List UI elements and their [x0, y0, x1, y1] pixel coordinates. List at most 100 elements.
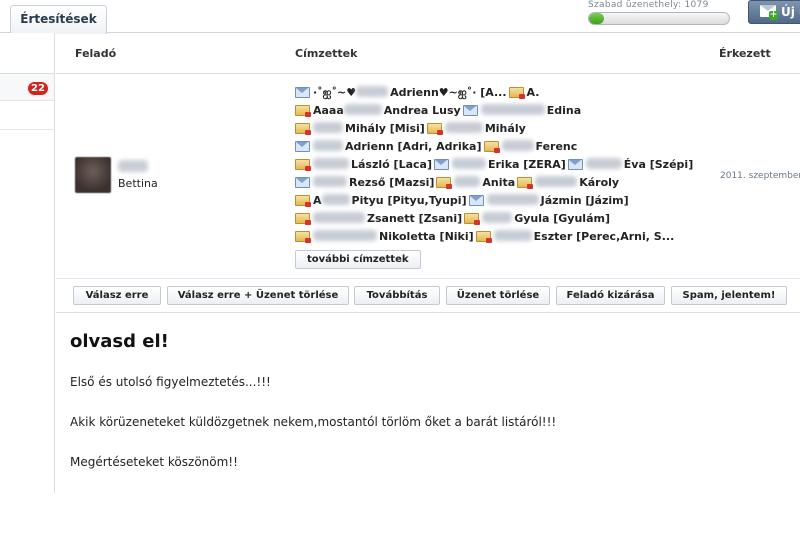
recipient[interactable]: Aaaa Andrea Lusy — [295, 102, 461, 120]
envelope-icon — [462, 105, 478, 116]
contact-card-icon — [483, 141, 500, 153]
contact-card-icon — [295, 213, 311, 225]
recipient-name-part: Adrienn♥~ஐ˚· [A... — [390, 86, 507, 99]
recipient[interactable]: Éva [Szépi] — [567, 156, 694, 174]
recipient[interactable]: A Pityu [Pityu,Tyupi] — [295, 192, 467, 210]
message-subject: olvasd el! — [70, 331, 169, 352]
recipient[interactable]: A. — [508, 84, 540, 102]
tab-notifications[interactable]: Értesítések — [10, 5, 107, 34]
recipient-name-part: Rezső [Mazsi] — [349, 176, 435, 189]
message-row: Bettina ·˚ஐ˚~♥ Adrienn♥~ஐ˚· [A... A. Aaaa An… — [56, 74, 800, 279]
recipient-name-part: Aaaa — [313, 104, 344, 117]
recipient[interactable]: Károly — [517, 174, 619, 192]
sidebar-item[interactable] — [0, 101, 54, 130]
recipient-name-blurred — [482, 212, 513, 223]
recipient-name-blurred — [313, 230, 377, 241]
recipient-name-part: Jázmin [Jázim] — [540, 194, 629, 207]
contact-card-icon — [508, 87, 525, 99]
sender-surname-blurred — [118, 160, 148, 172]
storage-bar — [588, 12, 730, 25]
top-bar: Értesítések Szabad üzenethely: 1079 + Új… — [0, 0, 800, 34]
recipient[interactable]: Adrienn [Adri, Adrika] — [295, 138, 482, 156]
unread-count-badge: 22 — [27, 81, 49, 96]
recipient-line: ·˚ஐ˚~♥ Adrienn♥~ஐ˚· [A... A. — [295, 84, 685, 102]
column-header-received[interactable]: Érkezett — [719, 47, 771, 60]
recipient-name-blurred — [313, 140, 343, 151]
recipient-name-part: Éva [Szépi] — [623, 158, 694, 171]
recipient-name-blurred — [343, 104, 382, 115]
envelope-icon — [295, 177, 310, 188]
recipient[interactable]: Eszter [Perec,Arni, S... — [475, 228, 674, 246]
recipient-name-part: Edina — [546, 104, 582, 117]
recipient[interactable]: Zsanett [Zsani] — [295, 210, 462, 228]
recipient-name-part: Károly — [579, 176, 620, 189]
recipient-name-part: Anita — [482, 176, 516, 189]
recipient[interactable]: Jázmin [Jázim] — [468, 192, 629, 210]
left-sidebar: 22 — [0, 33, 55, 493]
contact-card-icon — [436, 177, 453, 189]
recipient-name-blurred — [321, 194, 350, 205]
recipient[interactable]: Ferenc — [483, 138, 577, 156]
envelope-icon — [295, 141, 310, 152]
recipient-name-part: Zsanett [Zsani] — [367, 212, 463, 225]
sidebar-item-inbox[interactable]: 22 — [0, 74, 54, 101]
recipient-name-blurred — [480, 104, 545, 115]
recipient[interactable]: Edina — [462, 102, 582, 120]
recipient[interactable]: Rezső [Mazsi] — [295, 174, 434, 192]
column-header-recipients[interactable]: Címzettek — [295, 47, 357, 60]
more-recipients-button[interactable]: további címzettek — [295, 250, 421, 269]
recipient-line: Nikoletta [Niki] Eszter [Perec,Arni, S... — [295, 228, 685, 246]
column-header-sender[interactable]: Feladó — [75, 47, 116, 60]
recipient-name-part: László [Laca] — [351, 158, 432, 171]
recipient-line: Mihály [Misi] Mihály — [295, 120, 685, 138]
recipient-name-part: Mihály — [484, 122, 526, 135]
recipient-line: A Pityu [Pityu,Tyupi] Jázmin [Jázim] — [295, 192, 685, 210]
recipient[interactable]: Nikoletta [Niki] — [295, 228, 474, 246]
contact-card-icon — [426, 123, 443, 135]
recipient-name-blurred — [356, 86, 389, 97]
contact-card-icon — [295, 105, 311, 117]
recipient-name-blurred — [585, 158, 622, 169]
recipient-name-part: A — [313, 194, 322, 207]
new-message-button[interactable]: + Új ü — [748, 0, 800, 24]
recipient-line: Zsanett [Zsani] Gyula [Gyulám] — [295, 210, 685, 228]
reply-and-delete-button[interactable]: Válasz erre + Üzenet törlése — [167, 286, 349, 305]
recipient[interactable]: ·˚ஐ˚~♥ Adrienn♥~ஐ˚· [A... — [295, 84, 507, 102]
recipient-name-part: Mihály [Misi] — [345, 122, 425, 135]
new-message-label: Új ü — [781, 5, 800, 19]
recipient-name-blurred — [313, 212, 365, 223]
recipient[interactable]: Erika [ZERA] — [433, 156, 566, 174]
contact-card-icon — [295, 123, 311, 135]
report-spam-button[interactable]: Spam, jelentem! — [671, 286, 787, 305]
sender-name[interactable]: Bettina — [118, 177, 158, 190]
recipient[interactable]: László [Laca] — [295, 156, 432, 174]
recipient[interactable]: Anita — [436, 174, 515, 192]
contact-card-icon — [517, 177, 534, 189]
recipient[interactable]: Gyula [Gyulám] — [464, 210, 610, 228]
recipient[interactable]: Mihály — [426, 120, 526, 138]
delete-message-button[interactable]: Üzenet törlése — [446, 286, 550, 305]
message-paragraph-2: Akik körüzeneteket küldözgetnek nekem,mo… — [70, 415, 557, 429]
recipient[interactable]: Mihály [Misi] — [295, 120, 425, 138]
recipient-name-part: Andrea Lusy — [383, 104, 461, 117]
forward-button[interactable]: Továbbítás — [354, 286, 440, 305]
envelope-icon — [567, 159, 583, 170]
message-paragraph-1: Első és utolsó figyelmeztetés...!!! — [70, 375, 271, 389]
recipient-name-blurred — [454, 176, 481, 187]
plus-icon: + — [769, 10, 778, 20]
storage-meter: Szabad üzenethely: 1079 — [588, 0, 738, 25]
reply-button[interactable]: Válasz erre — [73, 286, 161, 305]
storage-bar-fill — [589, 13, 605, 24]
envelope-icon — [295, 87, 310, 98]
recipient-list: ·˚ஐ˚~♥ Adrienn♥~ஐ˚· [A... A. Aaaa Andrea Lus… — [295, 84, 693, 269]
block-sender-button[interactable]: Feladó kizárása — [556, 286, 665, 305]
recipient-line: Rezső [Mazsi] Anita Károly — [295, 174, 685, 192]
recipient-name-blurred — [486, 194, 539, 205]
sender-avatar[interactable] — [75, 157, 111, 193]
recipient-name-blurred — [493, 230, 532, 241]
recipient-name-part: Adrienn [Adri, Adrika] — [345, 140, 482, 153]
recipient-name-part: A. — [526, 86, 540, 99]
message-body: olvasd el! Első és utolsó figyelmeztetés… — [56, 314, 800, 493]
storage-label: Szabad üzenethely: 1079 — [588, 0, 709, 10]
recipient-name-blurred — [313, 158, 349, 169]
